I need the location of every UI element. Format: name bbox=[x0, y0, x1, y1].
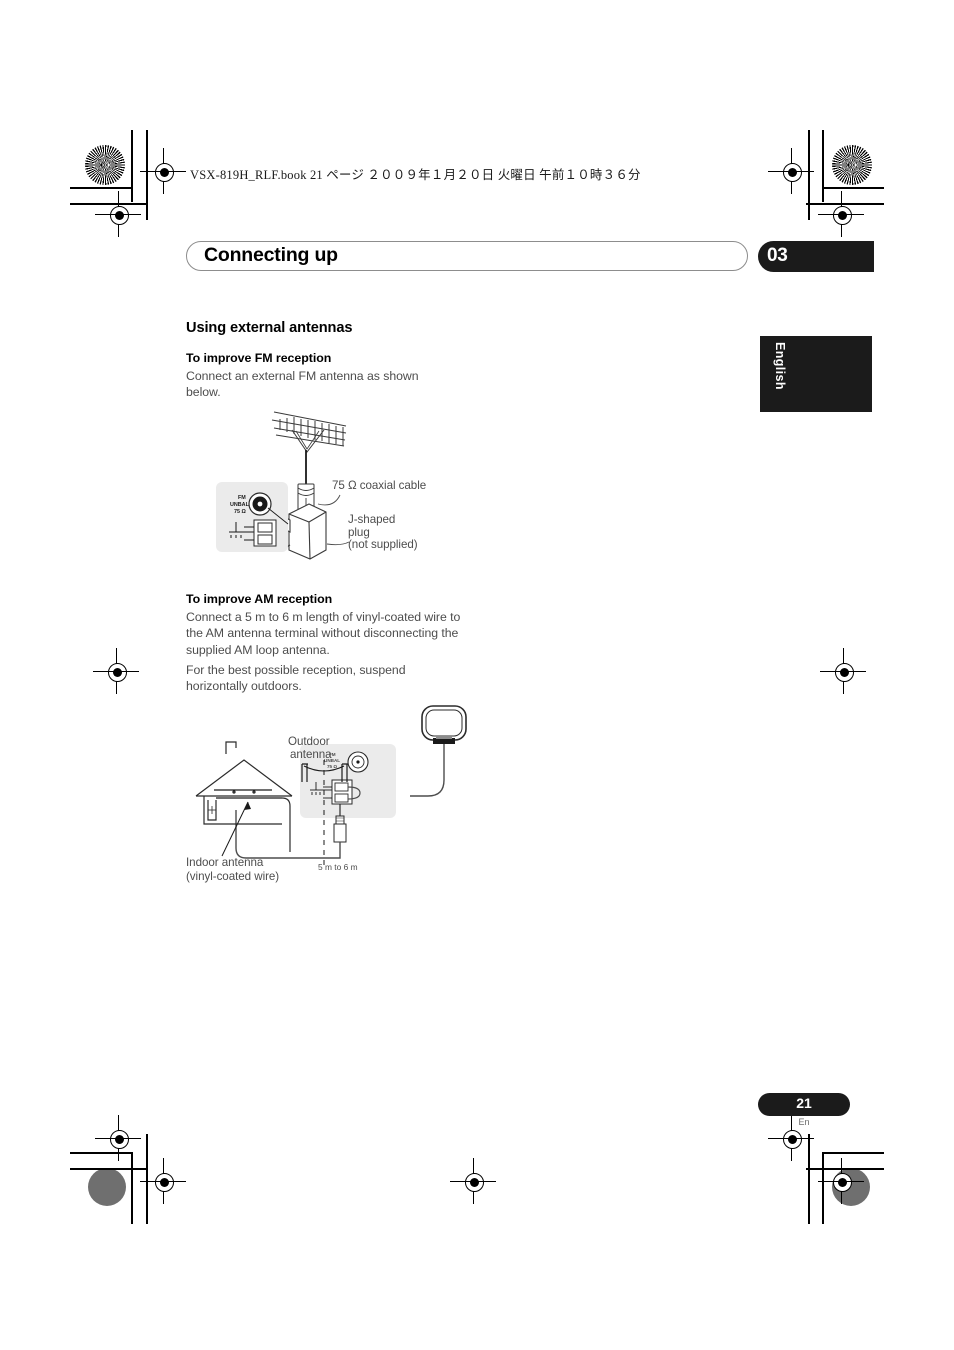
receiver-rear-panel bbox=[216, 482, 288, 552]
indoor-wire bbox=[214, 789, 282, 799]
fm-paragraph: Connect an external FM antenna as shown … bbox=[186, 369, 419, 400]
fm-heading: To improve FM reception bbox=[186, 351, 332, 365]
registration-star-top-left bbox=[85, 145, 125, 185]
registration-star-top-right bbox=[832, 145, 872, 185]
am-loop-lead-wire bbox=[410, 744, 445, 797]
crop-line-bottom-left-v1 bbox=[131, 1152, 133, 1224]
registration-target-top-left-a bbox=[140, 148, 186, 194]
page-number: 21 bbox=[796, 1095, 812, 1111]
registration-target-bottom-left-b bbox=[140, 1158, 186, 1204]
registration-target-bottom-left-a bbox=[95, 1115, 141, 1161]
yagi-antenna-icon bbox=[271, 411, 347, 453]
crop-line-bottom-left-h2 bbox=[70, 1168, 148, 1170]
fm-unbal-label-line3: 75 Ω bbox=[327, 764, 337, 769]
registration-dot-bottom-left bbox=[88, 1168, 126, 1206]
fm-unbal-jack-icon bbox=[347, 751, 369, 773]
am-paragraph-2: For the best possible reception, suspend… bbox=[186, 663, 406, 694]
language-tab: English bbox=[760, 336, 872, 412]
page-title: Connecting up bbox=[204, 244, 338, 266]
print-book-header: VSX-819H_RLF.book 21 ページ ２００９年１月２０日 火曜日 … bbox=[190, 168, 641, 182]
am-indoor-label-line1: Indoor antenna bbox=[186, 856, 264, 869]
chapter-number: 03 bbox=[767, 245, 788, 266]
fm-unbal-label-line1: FM bbox=[238, 495, 246, 501]
indoor-antenna-arrow bbox=[221, 801, 249, 857]
crop-line-top-left-h1 bbox=[70, 187, 132, 189]
fm-unbal-label-line3: 75 Ω bbox=[234, 509, 246, 515]
registration-target-mid-right bbox=[820, 648, 866, 694]
page-language-code: En bbox=[798, 1117, 810, 1127]
am-length-label: 5 m to 6 m bbox=[318, 862, 358, 872]
am-outdoor-label-line2: antenna bbox=[290, 748, 332, 761]
crop-line-bottom-right-h1 bbox=[822, 1152, 884, 1154]
registration-target-mid-left bbox=[93, 648, 139, 694]
fm-plug-label-line3: (not supplied) bbox=[348, 538, 418, 551]
registration-target-bottom-right-b bbox=[818, 1158, 864, 1204]
am-outdoor-label-line1: Outdoor bbox=[288, 735, 330, 748]
am-heading: To improve AM reception bbox=[186, 592, 333, 606]
am-indoor-label-line2: (vinyl-coated wire) bbox=[186, 870, 280, 883]
house-icon bbox=[195, 741, 293, 825]
registration-target-top-right-b bbox=[818, 191, 864, 237]
registration-target-top-right-a bbox=[768, 148, 814, 194]
am-paragraph-1: Connect a 5 m to 6 m length of vinyl-coa… bbox=[186, 610, 461, 657]
leader-line-coax bbox=[317, 494, 341, 506]
fm-unbal-jack-icon bbox=[248, 492, 272, 516]
registration-target-bottom-center bbox=[450, 1158, 496, 1204]
fm-plug-label-line1: J-shaped bbox=[348, 513, 396, 526]
leader-line-plug bbox=[326, 541, 350, 546]
registration-target-top-left-b bbox=[95, 191, 141, 237]
fm-coax-cable-label: 75 Ω coaxial cable bbox=[332, 479, 427, 492]
crop-line-top-right-h1 bbox=[822, 187, 884, 189]
am-loop-antenna-icon bbox=[421, 705, 467, 744]
indoor-wire-exit bbox=[281, 797, 291, 852]
fm-unbal-label-line2: UNBAL bbox=[230, 502, 250, 508]
section-heading: Using external antennas bbox=[186, 320, 353, 336]
language-tab-label: English bbox=[773, 342, 787, 390]
